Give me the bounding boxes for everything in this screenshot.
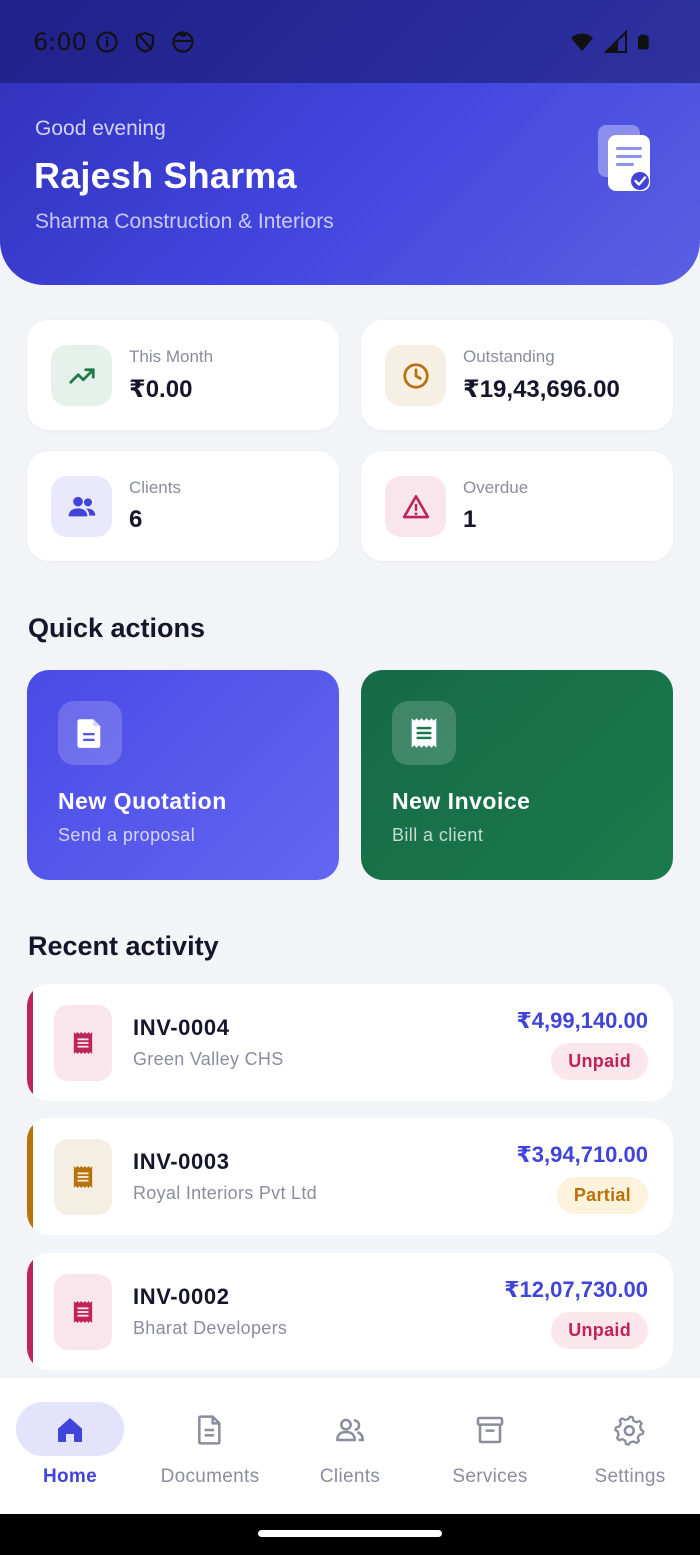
qa-subtitle: Bill a client <box>392 825 484 845</box>
stat-card-outstanding[interactable]: Outstanding ₹19,43,696.00 <box>361 320 673 430</box>
gear-icon <box>614 1415 645 1446</box>
qa-title: New Quotation <box>58 788 227 814</box>
activity-item[interactable]: INV-0002 Bharat Developers ₹12,07,730.00… <box>27 1253 673 1370</box>
receipt-icon <box>54 1139 112 1215</box>
stat-value: 1 <box>463 506 477 533</box>
document-check-icon <box>598 125 650 191</box>
nav-item-clients[interactable]: Clients <box>280 1378 420 1514</box>
bottom-navigation: Home Documents Clients Services Settings <box>0 1378 700 1514</box>
home-indicator[interactable] <box>258 1530 442 1537</box>
status-accent-bar <box>27 1253 33 1370</box>
activity-item[interactable]: INV-0003 Royal Interiors Pvt Ltd ₹3,94,7… <box>27 1118 673 1235</box>
nav-item-home[interactable]: Home <box>0 1378 140 1514</box>
invoice-amount: ₹12,07,730.00 <box>504 1277 648 1302</box>
qa-title: New Invoice <box>392 788 531 814</box>
stat-card-clients[interactable]: Clients 6 <box>27 451 339 561</box>
shield-off-icon <box>135 31 155 53</box>
status-bar: 6:00 <box>0 0 700 83</box>
recent-activity-title: Recent activity <box>28 931 219 961</box>
stat-card-this-month[interactable]: This Month ₹0.00 <box>27 320 339 430</box>
stat-value: 6 <box>129 506 143 533</box>
status-badge: Partial <box>556 1177 648 1214</box>
client-name: Green Valley CHS <box>133 1049 284 1069</box>
nav-item-services[interactable]: Services <box>420 1378 560 1514</box>
document-icon <box>58 701 122 765</box>
clock-icon <box>385 345 446 406</box>
status-time: 6:00 <box>33 28 87 56</box>
nav-label: Settings <box>594 1466 666 1487</box>
nav-item-settings[interactable]: Settings <box>560 1378 700 1514</box>
status-accent-bar <box>27 984 33 1101</box>
document-icon <box>198 1415 221 1445</box>
activity-item[interactable]: INV-0004 Green Valley CHS ₹4,99,140.00 U… <box>27 984 673 1101</box>
receipt-icon <box>54 1005 112 1081</box>
stat-value: ₹0.00 <box>129 376 193 403</box>
wifi-icon <box>571 33 593 51</box>
header-banner: 6:00 Good evening Rajesh Sharma Sharma C… <box>0 0 700 285</box>
qa-subtitle: Send a proposal <box>58 825 196 845</box>
stat-card-overdue[interactable]: Overdue 1 <box>361 451 673 561</box>
users-icon <box>51 476 112 537</box>
company-name: Sharma Construction & Interiors <box>35 210 334 233</box>
new-invoice-button[interactable]: New Invoice Bill a client <box>361 670 673 880</box>
invoice-amount: ₹3,94,710.00 <box>516 1142 648 1167</box>
invoice-number: INV-0004 <box>133 1015 230 1040</box>
home-icon <box>58 1418 82 1442</box>
client-name: Bharat Developers <box>133 1318 288 1338</box>
nav-item-documents[interactable]: Documents <box>140 1378 280 1514</box>
warning-icon <box>385 476 446 537</box>
nav-label: Home <box>43 1466 97 1487</box>
stat-label: This Month <box>129 347 214 366</box>
status-badge: Unpaid <box>551 1043 648 1080</box>
nav-label: Clients <box>319 1466 381 1487</box>
stat-label: Clients <box>129 478 181 497</box>
vpn-globe-icon <box>172 31 194 53</box>
stat-label: Overdue <box>463 478 529 497</box>
info-icon <box>96 31 118 53</box>
receipt-icon <box>392 701 456 765</box>
stat-value: ₹19,43,696.00 <box>463 376 620 403</box>
signal-icon <box>604 30 627 53</box>
archive-box-icon <box>476 1416 504 1444</box>
status-badge: Unpaid <box>551 1312 648 1349</box>
receipt-icon <box>54 1274 112 1350</box>
invoice-number: INV-0002 <box>133 1284 230 1309</box>
user-name: Rajesh Sharma <box>34 155 297 196</box>
greeting-text: Good evening <box>35 117 166 140</box>
nav-label: Documents <box>160 1466 260 1487</box>
users-icon <box>336 1418 364 1442</box>
quick-actions-title: Quick actions <box>28 613 206 643</box>
client-name: Royal Interiors Pvt Ltd <box>133 1183 317 1203</box>
new-quotation-button[interactable]: New Quotation Send a proposal <box>27 670 339 880</box>
nav-label: Services <box>452 1466 528 1487</box>
status-accent-bar <box>27 1118 33 1235</box>
battery-icon <box>638 34 649 50</box>
home-screen: 6:00 Good evening Rajesh Sharma Sharma C… <box>0 0 700 1555</box>
stat-label: Outstanding <box>463 347 555 366</box>
invoice-number: INV-0003 <box>133 1149 230 1174</box>
invoice-amount: ₹4,99,140.00 <box>516 1008 648 1033</box>
trending-up-icon <box>51 345 112 406</box>
